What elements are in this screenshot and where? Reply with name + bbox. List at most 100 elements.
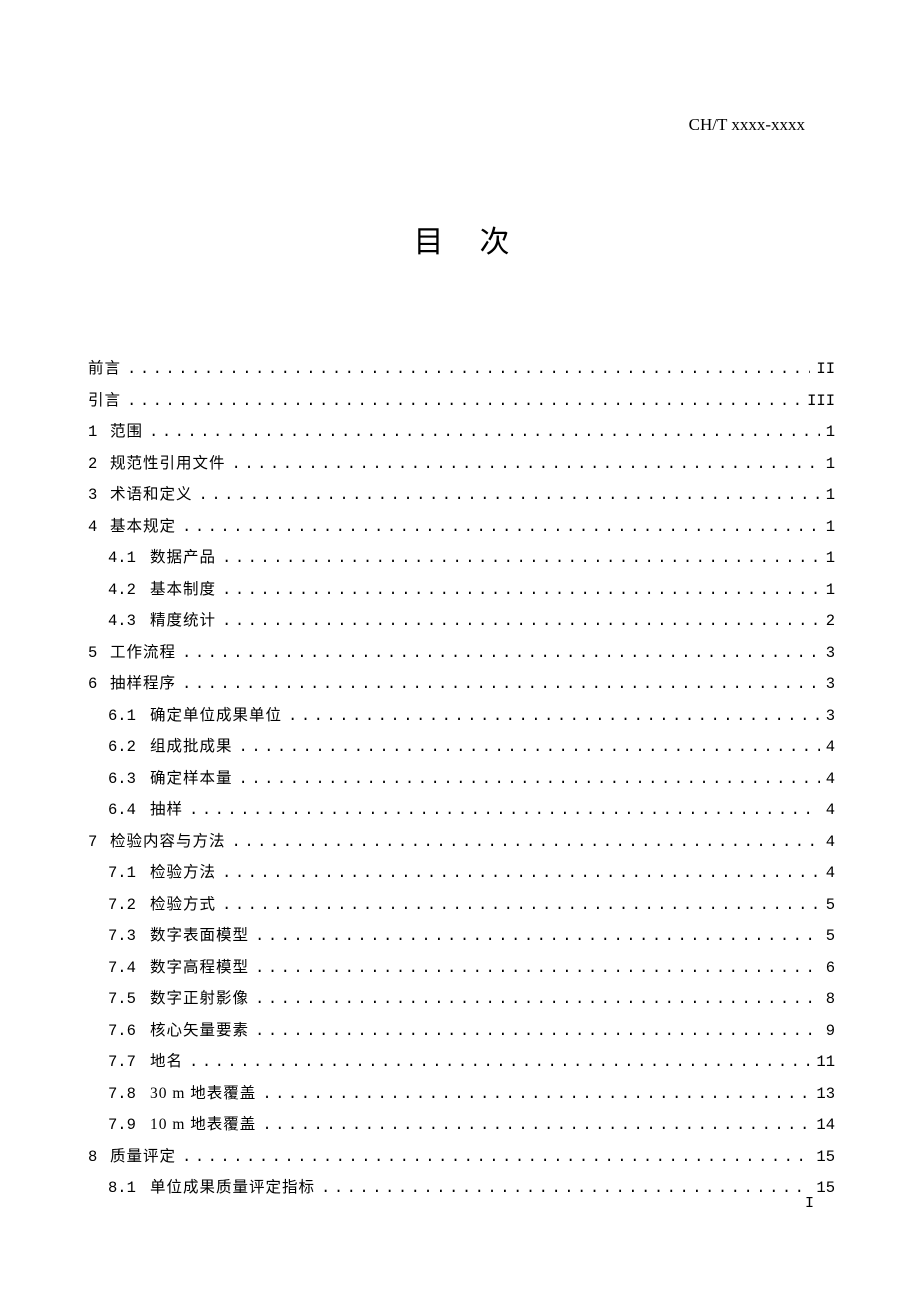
- toc-entry-number: 3: [88, 488, 110, 504]
- toc-entry-number: 7.2: [108, 898, 150, 914]
- toc-title: 目次: [88, 217, 835, 261]
- toc-leader-dots: [149, 425, 820, 441]
- toc-leader-dots: [182, 520, 820, 536]
- toc-entry-page: 1: [826, 520, 835, 536]
- toc-entry-number: 4: [88, 520, 110, 536]
- toc-entry-number: 7.8: [108, 1087, 150, 1103]
- toc-entry-label: 抽样程序: [110, 676, 176, 692]
- toc-entry: 7.3数字表面模型 5: [88, 928, 835, 945]
- toc-entry-page: 2: [826, 614, 835, 630]
- toc-leader-dots: [288, 709, 820, 725]
- toc-entry-label: 精度统计: [150, 613, 216, 629]
- toc-entry-page: III: [807, 394, 835, 410]
- toc-entry-label: 检验方式: [150, 897, 216, 913]
- toc-entry: 前言II: [88, 361, 835, 378]
- toc-entry: 7.7地名11: [88, 1054, 835, 1071]
- toc-leader-dots: [189, 1055, 810, 1071]
- toc-entry-label: 抽样: [150, 802, 183, 818]
- toc-entry-number: 6: [88, 677, 110, 693]
- toc-entry-number: 7.9: [108, 1118, 150, 1134]
- toc-leader-dots: [182, 646, 820, 662]
- toc-entry-number: 4.3: [108, 614, 150, 630]
- toc-entry-number: 4.1: [108, 551, 150, 567]
- toc-entry: 4.2基本制度1: [88, 582, 835, 599]
- toc-entry: 4.1数据产品1: [88, 550, 835, 567]
- toc-entry-number: 7.3: [108, 929, 150, 945]
- toc-entry-label: 单位成果质量评定指标: [150, 1180, 315, 1196]
- toc-entry-label: 工作流程: [110, 645, 176, 661]
- toc-entry-number: 8.1: [108, 1181, 150, 1197]
- toc-entry: 7.830 m 地表覆盖 13: [88, 1086, 835, 1103]
- toc-entry: 4基本规定 1: [88, 519, 835, 536]
- toc-entry-page: 4: [826, 772, 835, 788]
- toc-entry-page: 1: [826, 457, 835, 473]
- toc-entry: 7.5数字正射影像 8: [88, 991, 835, 1008]
- toc-entry-page: 5: [826, 929, 835, 945]
- toc-entry-page: 1: [826, 488, 835, 504]
- toc-entry-page: 3: [826, 677, 835, 693]
- toc-entry: 5工作流程3: [88, 645, 835, 662]
- toc-entry-label: 确定样本量: [150, 771, 233, 787]
- toc-entry-label: 10 m 地表覆盖: [150, 1117, 256, 1133]
- toc-entry-number: 1: [88, 425, 110, 441]
- toc-entry-page: 5: [826, 898, 835, 914]
- toc-entry-label: 基本规定: [110, 519, 176, 535]
- toc-leader-dots: [222, 614, 820, 630]
- toc-entry-page: 14: [816, 1118, 835, 1134]
- toc-entry: 2规范性引用文件 1: [88, 456, 835, 473]
- toc-entry-label: 引言: [88, 393, 121, 409]
- toc-entry-label: 30 m 地表覆盖: [150, 1086, 256, 1102]
- toc-entry-number: 7.1: [108, 866, 150, 882]
- toc-entry-page: 3: [826, 646, 835, 662]
- toc-entry-page: 15: [816, 1150, 835, 1166]
- toc-leader-dots: [182, 1150, 810, 1166]
- toc-entry-page: 4: [826, 866, 835, 882]
- toc-entry-label: 检验内容与方法: [110, 834, 226, 850]
- toc-entry: 3术语和定义 1: [88, 487, 835, 504]
- toc-entry-page: 13: [816, 1087, 835, 1103]
- toc-entry-number: 6.2: [108, 740, 150, 756]
- toc-entry-number: 4.2: [108, 583, 150, 599]
- toc-entry-label: 数字正射影像: [150, 991, 249, 1007]
- toc-entry: 6.4抽样4: [88, 802, 835, 819]
- toc-leader-dots: [232, 835, 820, 851]
- toc-entry-label: 确定单位成果单位: [150, 708, 282, 724]
- toc-entry-page: 1: [826, 583, 835, 599]
- toc-entry: 4.3精度统计 2: [88, 613, 835, 630]
- toc-entry: 8质量评定15: [88, 1149, 835, 1166]
- toc-entry-page: 9: [826, 1024, 835, 1040]
- toc-leader-dots: [222, 551, 820, 567]
- toc-entry-number: 7: [88, 835, 110, 851]
- toc-entry: 8.1单位成果质量评定指标 15: [88, 1180, 835, 1197]
- toc-entry: 7.2检验方式 5: [88, 897, 835, 914]
- toc-entry-number: 7.4: [108, 961, 150, 977]
- toc-entry: 1范围1: [88, 424, 835, 441]
- toc-entry: 6.3确定样本量 4: [88, 771, 835, 788]
- toc-entry-number: 7.5: [108, 992, 150, 1008]
- toc-entry-number: 2: [88, 457, 110, 473]
- toc-entry-page: 1: [826, 425, 835, 441]
- toc-entry-page: 4: [826, 740, 835, 756]
- toc-entry-label: 规范性引用文件: [110, 456, 226, 472]
- toc-entry-page: 15: [816, 1181, 835, 1197]
- toc-entry-page: 3: [826, 709, 835, 725]
- toc-entry: 7.6核心矢量要素9: [88, 1023, 835, 1040]
- toc-leader-dots: [239, 740, 820, 756]
- toc-entry: 7检验内容与方法4: [88, 834, 835, 851]
- toc-entry-label: 前言: [88, 361, 121, 377]
- toc-entry-label: 数字表面模型: [150, 928, 249, 944]
- toc-entry: 6.2组成批成果 4: [88, 739, 835, 756]
- toc-leader-dots: [262, 1118, 810, 1134]
- toc-entry: 7.1检验方法4: [88, 865, 835, 882]
- toc-entry-label: 核心矢量要素: [150, 1023, 249, 1039]
- toc-entry-page: 8: [826, 992, 835, 1008]
- toc-entry-label: 组成批成果: [150, 739, 233, 755]
- toc-entry-label: 术语和定义: [110, 487, 193, 503]
- toc-entry: 引言 III: [88, 393, 835, 410]
- toc-entry-number: 6.3: [108, 772, 150, 788]
- toc-leader-dots: [255, 929, 820, 945]
- toc-leader-dots: [189, 803, 820, 819]
- toc-leader-dots: [127, 362, 810, 378]
- toc-entry: 7.910 m 地表覆盖 14: [88, 1117, 835, 1134]
- toc-entry-label: 地名: [150, 1054, 183, 1070]
